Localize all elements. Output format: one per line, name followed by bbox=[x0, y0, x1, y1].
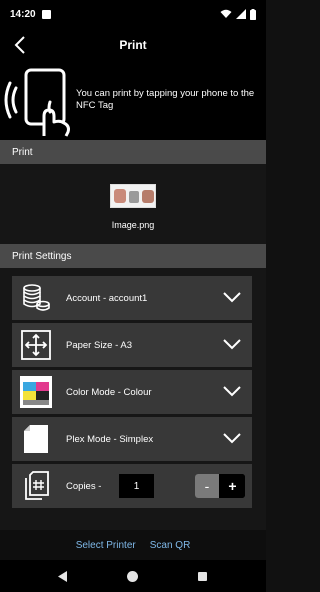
select-printer-link[interactable]: Select Printer bbox=[76, 540, 136, 551]
coins-stack-icon bbox=[23, 284, 50, 311]
wifi-icon bbox=[220, 9, 232, 18]
paper-size-icon bbox=[21, 330, 51, 360]
color-mode-icon bbox=[20, 376, 52, 408]
copies-row: Copies - 1 - + bbox=[12, 464, 252, 508]
account-row[interactable]: Account - account1 bbox=[12, 276, 252, 320]
status-time: 14:20 bbox=[10, 8, 36, 20]
copies-label: Copies - bbox=[66, 480, 102, 492]
print-section-header: Print bbox=[0, 140, 266, 164]
paper-size-label: Paper Size - A3 bbox=[66, 339, 133, 351]
scan-qr-link[interactable]: Scan QR bbox=[150, 540, 191, 551]
system-nav-bar bbox=[0, 560, 266, 592]
bottom-actions: Select Printer Scan QR bbox=[0, 530, 266, 560]
file-name: Image.png bbox=[111, 220, 155, 230]
back-button[interactable] bbox=[8, 32, 32, 58]
status-bar: 14:20 bbox=[0, 0, 266, 28]
chevron-down-icon bbox=[223, 386, 241, 397]
battery-icon bbox=[250, 8, 256, 20]
nav-home-icon[interactable] bbox=[127, 571, 138, 582]
color-mode-row[interactable]: Color Mode - Colour bbox=[12, 370, 252, 414]
notification-icon bbox=[41, 9, 51, 19]
status-icons bbox=[220, 8, 256, 20]
nfc-message: You can print by tapping your phone to t… bbox=[76, 88, 255, 111]
copies-icon bbox=[25, 471, 49, 500]
settings-section-header: Print Settings bbox=[0, 244, 266, 268]
nfc-phone-icon bbox=[4, 68, 70, 137]
nav-recents-icon[interactable] bbox=[198, 572, 207, 581]
decrement-button[interactable]: - bbox=[195, 474, 220, 498]
plex-mode-row[interactable]: Plex Mode - Simplex bbox=[12, 417, 252, 461]
chevron-down-icon bbox=[223, 433, 241, 444]
app-bar: Print bbox=[0, 28, 266, 62]
chevron-down-icon bbox=[223, 339, 241, 350]
nav-back-icon[interactable] bbox=[58, 571, 68, 582]
nfc-banner: You can print by tapping your phone to t… bbox=[0, 62, 266, 140]
copies-input[interactable]: 1 bbox=[119, 474, 154, 498]
plex-mode-label: Plex Mode - Simplex bbox=[66, 433, 154, 445]
paper-size-row[interactable]: Paper Size - A3 bbox=[12, 323, 252, 367]
page-title: Print bbox=[119, 38, 147, 52]
image-thumbnail[interactable] bbox=[110, 184, 156, 208]
plex-mode-icon bbox=[24, 425, 48, 453]
print-file-area: Image.png bbox=[0, 164, 266, 244]
print-settings: Account - account1 Paper Size - A3 Color… bbox=[0, 268, 266, 530]
copies-stepper: - + bbox=[195, 474, 245, 498]
account-label: Account - account1 bbox=[66, 292, 148, 304]
back-arrow-icon bbox=[14, 36, 25, 54]
color-mode-label: Color Mode - Colour bbox=[66, 386, 152, 398]
signal-icon bbox=[236, 9, 246, 19]
increment-button[interactable]: + bbox=[220, 474, 245, 498]
chevron-down-icon bbox=[223, 292, 241, 303]
